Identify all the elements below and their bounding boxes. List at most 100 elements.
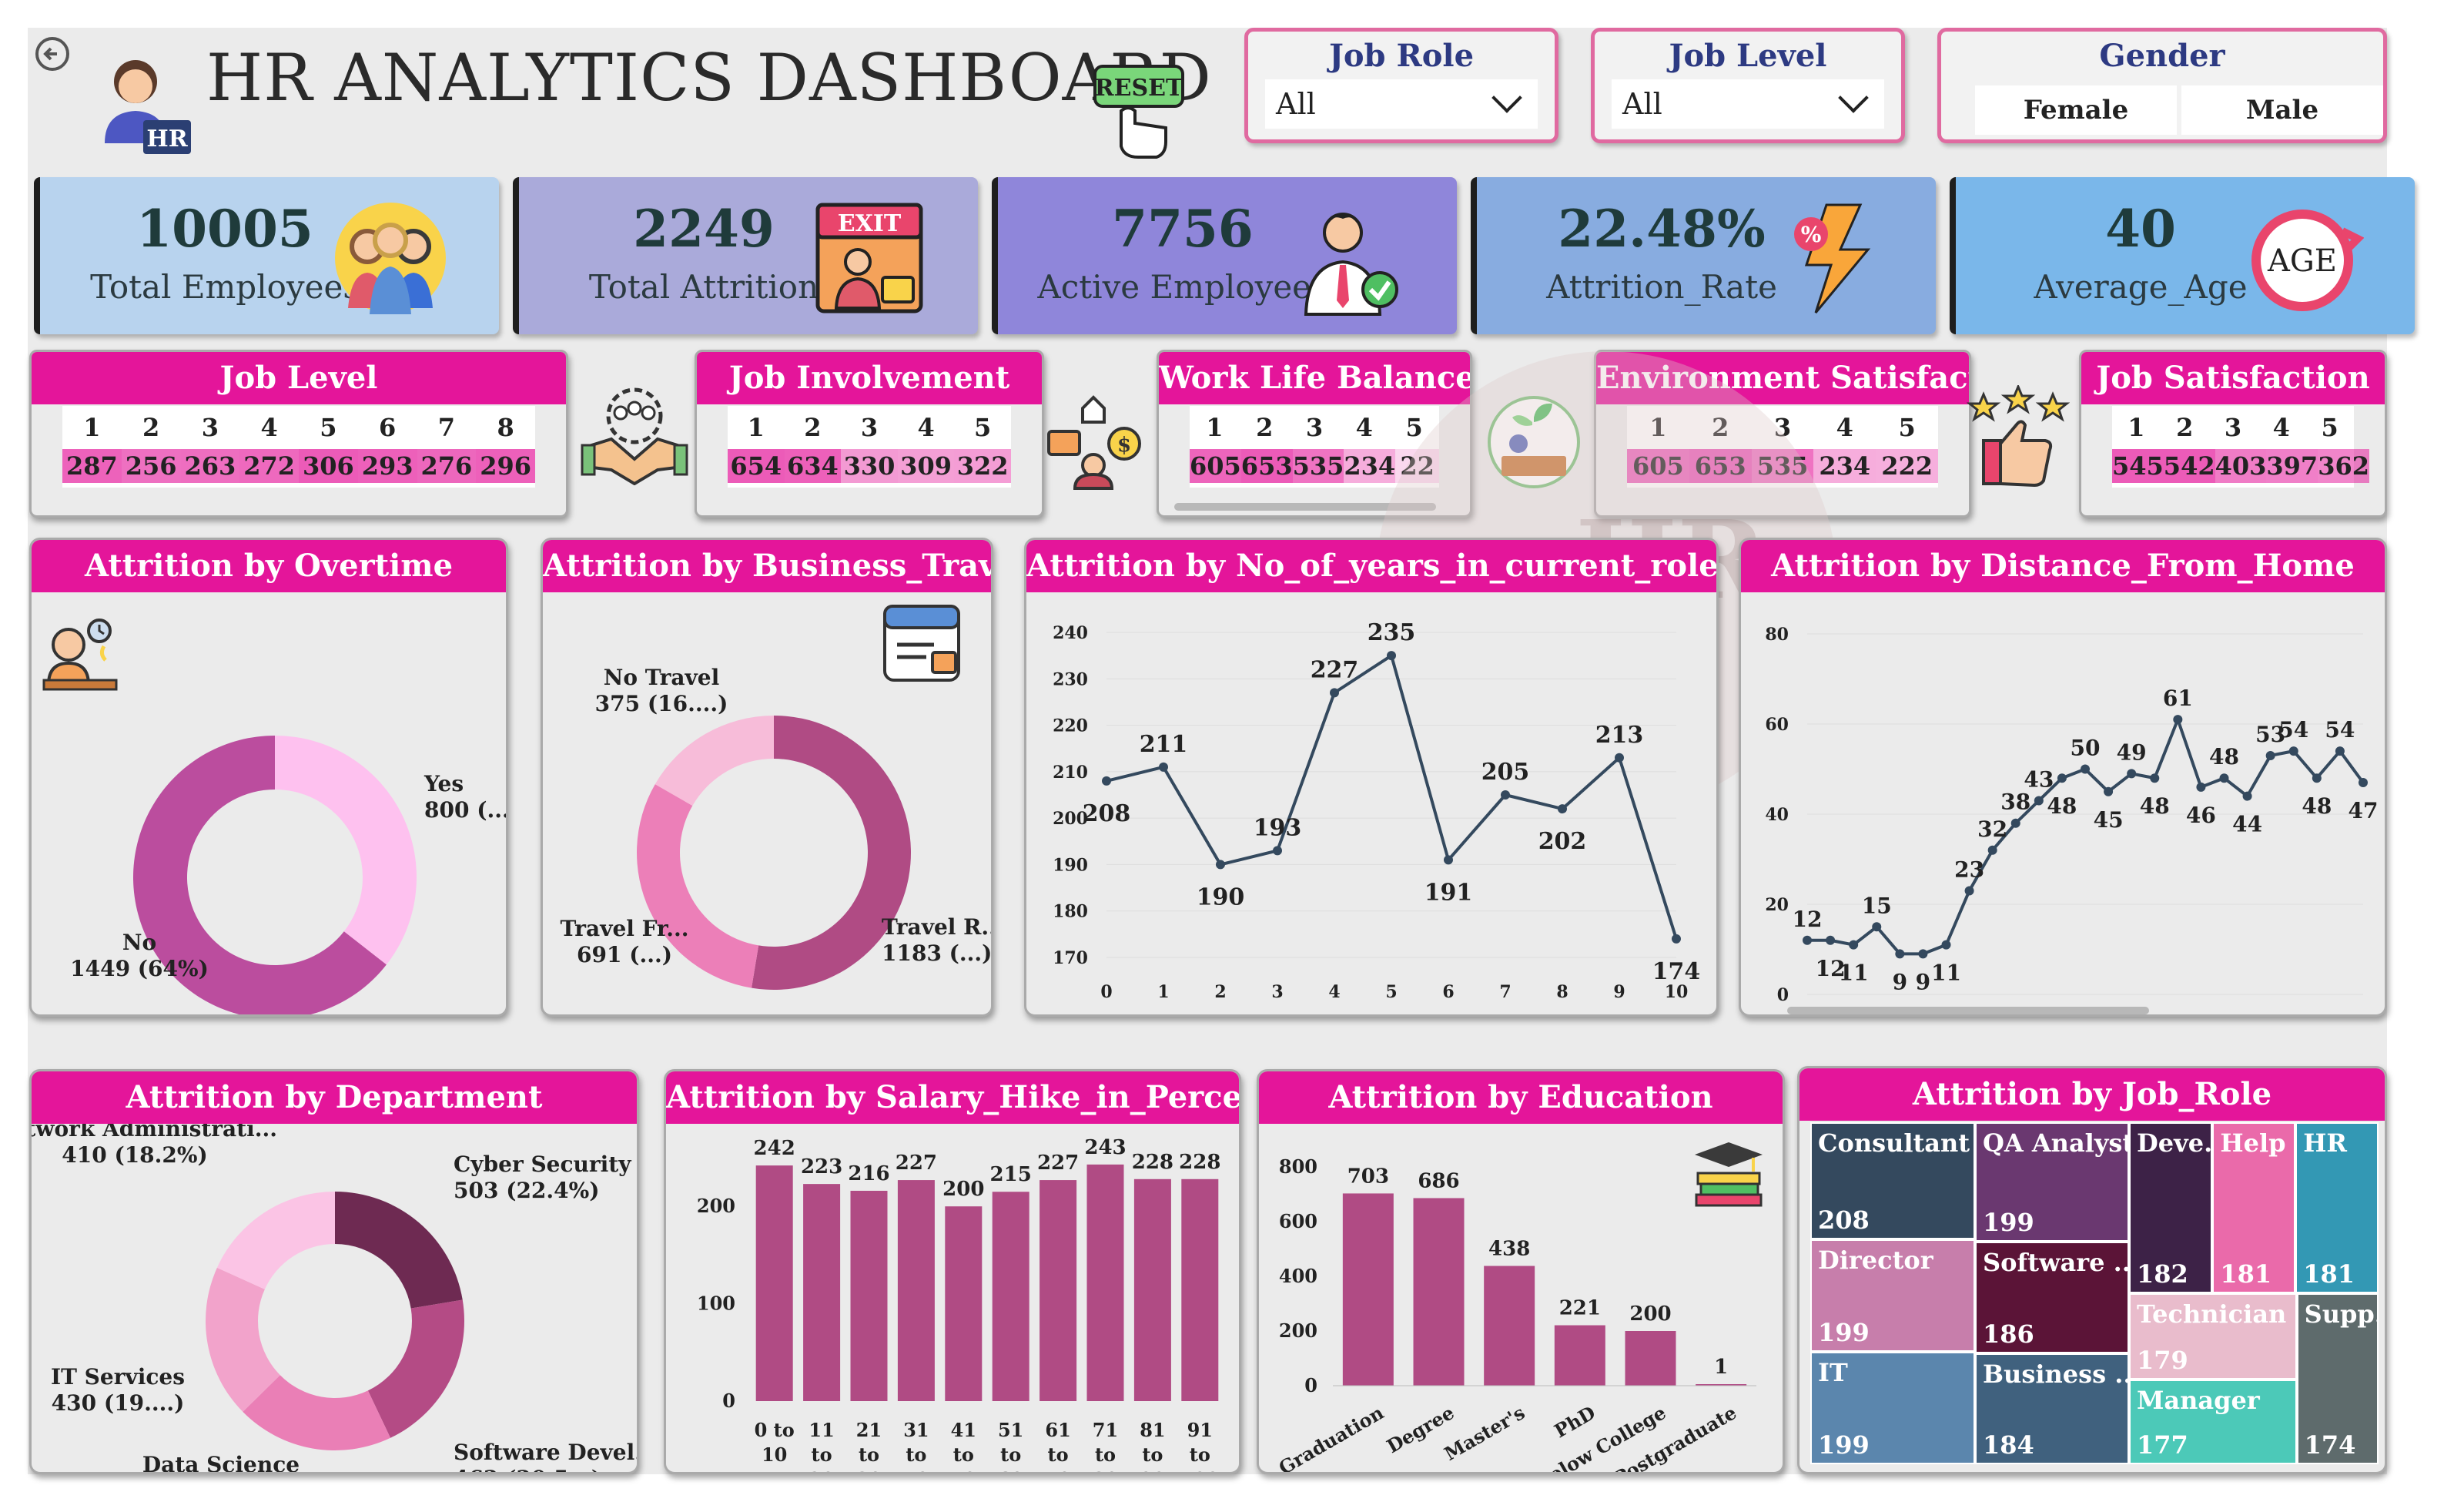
treemap-tile[interactable]: IT 199 (1810, 1352, 1975, 1464)
job-role-chart-title: Attrition by Job_Role (1799, 1068, 2385, 1121)
data-label: 11 (1931, 961, 1961, 986)
job-level-dropdown[interactable]: All (1612, 79, 1884, 129)
data-label: 32 (1977, 816, 2007, 842)
business-travel-chart-panel: Attrition by Business_Travel Travel R...… (541, 538, 993, 1017)
x-tick-label: 70 (1045, 1468, 1070, 1474)
data-point (1102, 776, 1111, 786)
x-tick-label: 100 (1180, 1468, 1219, 1474)
education-chart-title: Attrition by Education (1259, 1071, 1783, 1124)
table-key: 4 (2272, 413, 2290, 442)
kpi-card-rate: 22.48% Attrition_Rate% (1471, 177, 1936, 334)
table-value: 287 (62, 449, 122, 483)
y-tick-label: 200 (1279, 1319, 1317, 1342)
x-tick-label: 25 (2354, 1014, 2372, 1017)
data-point (1159, 762, 1168, 772)
bar (1086, 1164, 1124, 1401)
x-tick-label: 9 (1984, 1014, 2002, 1017)
x-tick-label: 6 (1442, 982, 1454, 1002)
table-key: 2 (804, 413, 822, 442)
data-label: 438 (1488, 1238, 1530, 1261)
distance-chart-scrollbar[interactable] (1787, 1007, 2149, 1014)
data-point (1849, 940, 1859, 950)
data-label: 43 (2024, 766, 2054, 792)
table-value: 309 (897, 449, 955, 483)
data-point (1216, 860, 1225, 870)
treemap-value: 181 (2303, 1259, 2355, 1289)
data-label: 50 (2071, 736, 2101, 761)
data-label: 54 (2325, 717, 2355, 743)
treemap-tile[interactable]: Software ... 186 (1975, 1242, 2129, 1354)
overtime-chart-title: Attrition by Overtime (32, 540, 506, 592)
donut-slice (654, 716, 774, 806)
job-role-dropdown[interactable]: All (1265, 79, 1538, 129)
treemap-tile[interactable]: Help ... 181 (2212, 1122, 2296, 1293)
treemap-tile[interactable]: Supp... 174 (2296, 1293, 2379, 1464)
department-chart-title: Attrition by Department (32, 1071, 637, 1124)
treemap-tile[interactable]: Director 199 (1810, 1239, 1975, 1353)
y-tick-label: 170 (1053, 948, 1088, 968)
gender-male-button[interactable]: Male (2181, 85, 2383, 135)
table-value: 276 (417, 449, 477, 483)
treemap-tile[interactable]: QA Analyst 199 (1975, 1122, 2129, 1242)
x-tick-label: 3 (1844, 1014, 1863, 1017)
data-label: 215 (990, 1163, 1032, 1186)
reset-button[interactable]: RESET (1090, 62, 1190, 162)
y-tick-label: 210 (1053, 763, 1088, 783)
x-tick-label: 1 (1157, 982, 1169, 1002)
data-label: 235 (1368, 619, 1416, 646)
data-point (2150, 773, 2160, 783)
table-value: 362 (2318, 449, 2369, 483)
table-key: 4 (917, 413, 935, 442)
x-tick-label: 7 (1499, 982, 1511, 1002)
x-tick-label: 16 (2145, 1014, 2164, 1017)
treemap-tile[interactable]: HR 181 (2295, 1122, 2379, 1293)
x-tick-label: 15 (2122, 1014, 2141, 1017)
treemap-tile[interactable]: Consultant 208 (1810, 1122, 1975, 1240)
table-value: 535 (1292, 449, 1344, 483)
treemap-tile[interactable]: Business ... 184 (1975, 1353, 2129, 1464)
age-icon-text: AGE (2267, 243, 2337, 279)
data-point (2034, 796, 2044, 806)
data-point (2335, 746, 2345, 756)
gender-female-button[interactable]: Female (1975, 85, 2177, 135)
x-tick-label: 21 (856, 1419, 882, 1441)
data-label: 193 (1254, 814, 1302, 841)
treemap-tile[interactable]: Technician 179 (2129, 1293, 2297, 1380)
treemap-tile[interactable]: Manager 177 (2129, 1379, 2297, 1464)
y-tick-label: 190 (1053, 855, 1088, 875)
x-tick-label: 0 (1100, 982, 1112, 1002)
y-tick-label: 100 (697, 1292, 735, 1315)
x-tick-label: 81 (1140, 1419, 1165, 1441)
table-value: 322 (954, 449, 1011, 483)
donut-slice (335, 1192, 463, 1309)
bar (1181, 1178, 1219, 1401)
treemap-label: Technician (2137, 1299, 2287, 1329)
bar (1040, 1180, 1077, 1401)
donut-slice (216, 1192, 335, 1289)
job-level-filter[interactable]: Job Level All (1591, 28, 1905, 143)
slice-value: 1183 (...) (882, 940, 992, 966)
back-arrow-icon[interactable] (34, 35, 71, 72)
treemap-label: HR (2303, 1128, 2348, 1158)
x-tick-label: PhD (1551, 1401, 1599, 1442)
data-label: 227 (1037, 1152, 1079, 1175)
business-travel-donut-chart: Travel R...1183 (...) Travel Fr...691 (..… (561, 665, 992, 990)
y-tick-label: 60 (1765, 715, 1789, 735)
table-key: 5 (1898, 413, 1916, 442)
y-tick-label: 0 (1304, 1374, 1317, 1396)
salary-hike-bar-chart: 01002002420 to1022311to2021621to3022731t… (697, 1136, 1221, 1474)
data-label: 23 (1954, 857, 1984, 882)
job-level-label: Job Level (1669, 38, 1827, 74)
job-role-value: All (1276, 87, 1316, 121)
table-key: 4 (1836, 413, 1853, 442)
table-key: 3 (201, 413, 219, 442)
job-role-filter[interactable]: Job Role All (1244, 28, 1558, 143)
x-tick-label: 10 (762, 1443, 787, 1466)
kpi-card-employees: 10005 Total Employees (34, 177, 499, 334)
bar (755, 1165, 793, 1401)
treemap-tile[interactable]: Deve... 182 (2129, 1122, 2213, 1293)
data-point (1558, 804, 1567, 814)
job-involvement-table-card: Job Involvement 1 2 3 4 5 654 634 330 309 322 (695, 350, 1044, 518)
data-label: 190 (1197, 883, 1245, 910)
x-tick-label: 12 (2053, 1014, 2071, 1017)
